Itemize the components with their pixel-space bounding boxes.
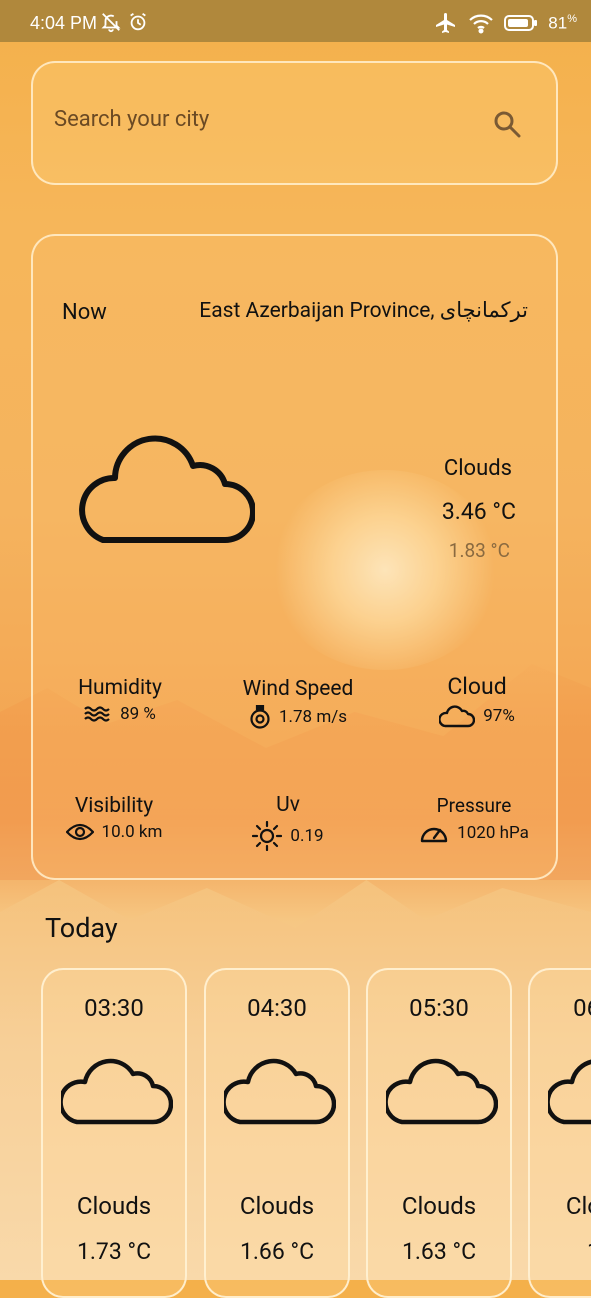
wind-speed-title: Wind Speed: [242, 677, 354, 701]
bell-muted-icon: [101, 13, 121, 33]
hourly-card[interactable]: 03:30 Clouds 1.73 °C: [41, 968, 187, 1298]
cloud-icon: [61, 1058, 173, 1125]
humidity-value: 89 %: [120, 704, 156, 724]
waves-icon: [84, 706, 110, 722]
hour-time: 05:30: [409, 994, 469, 1022]
hour-temperature: 1.63 °C: [401, 1238, 477, 1265]
search-input[interactable]: Search your city: [54, 107, 209, 132]
hour-time: 06:30: [573, 994, 591, 1022]
hour-temperature: 1.73 °C: [76, 1238, 152, 1265]
pressure-value: 1020 hPa: [457, 823, 529, 843]
search-icon[interactable]: [492, 109, 522, 139]
pressure-title: Pressure: [436, 794, 512, 817]
cloud-icon: [548, 1059, 591, 1125]
pressure-stat: Pressure 1020 hPa: [405, 794, 543, 845]
search-bar[interactable]: Search your city: [31, 61, 558, 185]
alarm-icon: [130, 13, 146, 31]
uv-title: Uv: [276, 793, 300, 817]
cloud-value: 97%: [483, 706, 515, 726]
cloud-title: Cloud: [447, 673, 507, 700]
eye-icon: [65, 823, 94, 841]
hour-time: 03:30: [84, 994, 144, 1022]
now-label: Now: [62, 300, 107, 325]
status-time: 4:04 PM: [30, 13, 98, 33]
status-bar: 4:04 PM 81%: [0, 0, 591, 42]
feels-like-temperature: 1.83 °C: [448, 539, 510, 562]
status-left-icons: [100, 11, 149, 33]
battery-icon: [504, 15, 538, 31]
cloud-icon: [224, 1058, 336, 1125]
hourly-card[interactable]: 04:30 Clouds 1.66 °C: [204, 968, 350, 1298]
hour-time: 04:30: [247, 994, 307, 1022]
current-temperature: 3.46 °C: [441, 498, 516, 525]
sun-icon: [252, 821, 283, 851]
visibility-value: 10.0 km: [101, 822, 163, 842]
battery-percent: 81%: [548, 12, 577, 33]
hour-condition: Clouds: [239, 1192, 315, 1220]
visibility-title: Visibility: [74, 794, 154, 818]
cloud-icon: [79, 435, 255, 543]
humidity-stat: Humidity 89 %: [55, 676, 185, 724]
wind-speed-stat: Wind Speed 1.78 m/s: [223, 677, 373, 729]
hour-temperature: 1.66 °C: [239, 1238, 315, 1265]
hour-condition: Clouds: [401, 1192, 477, 1220]
wind-speed-value: 1.78 m/s: [278, 707, 348, 727]
wifi-icon: [469, 14, 494, 34]
today-heading: Today: [45, 912, 118, 944]
cloud-icon: [386, 1058, 498, 1125]
location-name: East Azerbaijan Province, ترکمانچای: [199, 299, 528, 323]
battery-percent-value: 81: [548, 13, 568, 33]
cloud-small-icon: [439, 705, 476, 728]
gauge-icon: [420, 827, 448, 843]
current-weather-card: Now East Azerbaijan Province, ترکمانچای …: [31, 234, 558, 880]
hour-temperature: 1.6: [530, 1238, 591, 1265]
hourly-card[interactable]: 06:30 Clouds 1.6: [528, 968, 591, 1298]
uv-value: 0.19: [290, 826, 324, 846]
humidity-title: Humidity: [78, 676, 162, 700]
status-right-icons: 81%: [434, 11, 577, 35]
current-condition: Clouds: [443, 456, 512, 481]
hour-condition: Clouds: [76, 1192, 152, 1220]
cloud-stat: Cloud 97%: [415, 673, 539, 728]
uv-stat: Uv 0.19: [233, 793, 343, 851]
hour-condition: Clouds: [565, 1192, 591, 1220]
hourly-card[interactable]: 05:30 Clouds 1.63 °C: [366, 968, 512, 1298]
timer-icon: [250, 705, 270, 729]
airplane-mode-icon: [436, 13, 456, 33]
visibility-stat: Visibility 10.0 km: [49, 794, 179, 842]
